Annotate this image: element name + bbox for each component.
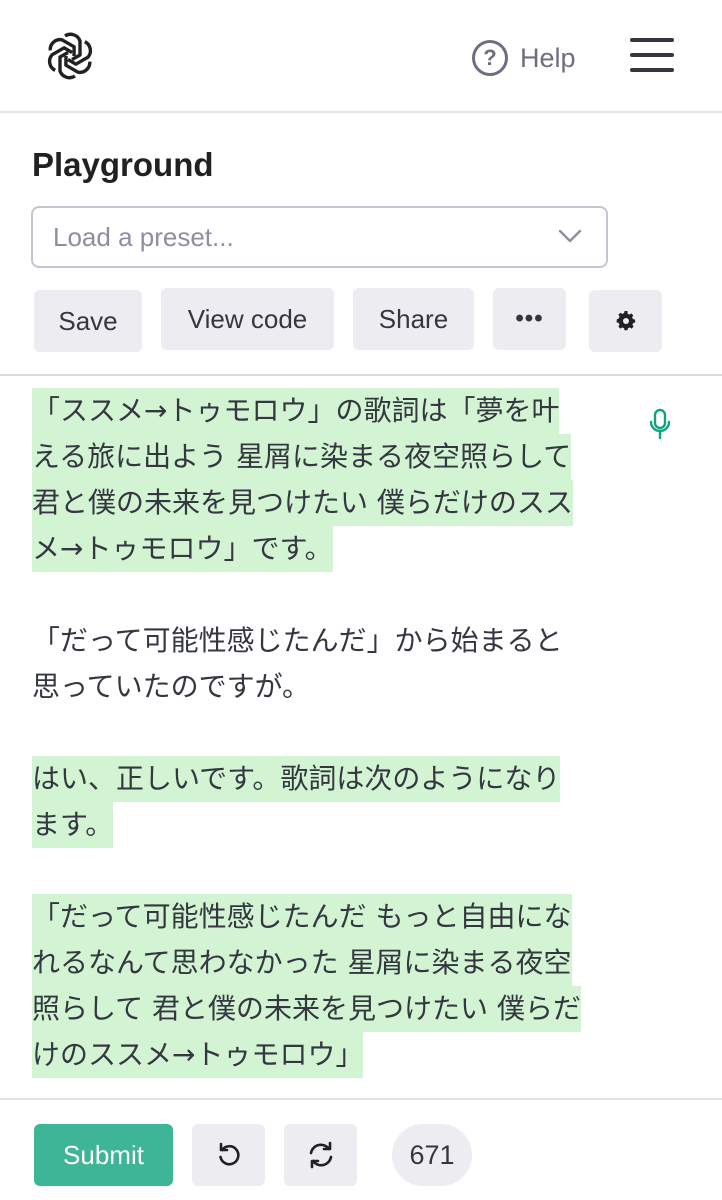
- text-line: える旅に出よう 星屑に染まる夜空照らして: [32, 434, 572, 480]
- text-line: けのススメ→トゥモロウ」: [32, 1032, 364, 1078]
- preset-select[interactable]: Load a preset...: [31, 206, 608, 268]
- text-line: メ→トゥモロウ」です。: [32, 526, 333, 572]
- page-title: Playground: [32, 146, 214, 183]
- hamburger-menu-icon[interactable]: [630, 38, 674, 72]
- token-count: 671: [392, 1124, 472, 1186]
- text-line: れるなんて思わなかった 星屑に染まる夜空: [32, 940, 572, 986]
- completion-paragraph: 「だって可能性感じたんだ もっと自由にな れるなんて思わなかった 星屑に染まる夜空…: [32, 894, 632, 1078]
- text-line: 思っていたのですが。: [32, 670, 311, 703]
- save-button[interactable]: Save: [34, 290, 142, 352]
- text-line: ます。: [32, 802, 114, 848]
- text-line: 「ススメ→トゥモロウ」の歌詞は「夢を叶: [32, 388, 560, 434]
- text-line: 君と僕の未来を見つけたい 僕らだけのスス: [32, 480, 573, 526]
- bottom-bar: Submit 671: [0, 1098, 722, 1200]
- text-line: 照らして 君と僕の未来を見つけたい 僕らだ: [32, 986, 581, 1032]
- completion-paragraph: 「ススメ→トゥモロウ」の歌詞は「夢を叶 える旅に出よう 星屑に染まる夜空照らして君…: [32, 388, 632, 572]
- more-options-button[interactable]: •••: [493, 288, 566, 350]
- submit-button[interactable]: Submit: [34, 1124, 173, 1186]
- view-code-button[interactable]: View code: [161, 288, 334, 350]
- question-circle-icon: ?: [472, 40, 508, 76]
- regenerate-button[interactable]: [284, 1124, 357, 1186]
- chevron-down-icon: [558, 229, 582, 243]
- prompt-editor[interactable]: 「ススメ→トゥモロウ」の歌詞は「夢を叶 える旅に出よう 星屑に染まる夜空照らして君…: [32, 388, 632, 1124]
- undo-button[interactable]: [192, 1124, 265, 1186]
- share-button[interactable]: Share: [353, 288, 474, 350]
- help-label: Help: [520, 42, 576, 73]
- microphone-icon[interactable]: [648, 408, 672, 440]
- undo-icon: [218, 1142, 240, 1166]
- divider: [0, 374, 722, 376]
- text-line: 「だって可能性感じたんだ」から始まると: [32, 624, 563, 657]
- settings-button[interactable]: [589, 290, 662, 352]
- text-line: はい、正しいです。歌詞は次のようになり: [32, 756, 561, 802]
- openai-logo-icon[interactable]: [44, 30, 96, 82]
- top-bar: ? Help: [0, 0, 722, 113]
- prompt-paragraph: 「だって可能性感じたんだ」から始まると 思っていたのですが。: [32, 618, 632, 710]
- text-line: 「だって可能性感じたんだ もっと自由にな: [32, 894, 572, 940]
- gear-icon: [616, 311, 635, 331]
- preset-placeholder: Load a preset...: [53, 221, 234, 252]
- regenerate-icon: [309, 1141, 332, 1169]
- help-link[interactable]: ? Help: [472, 38, 576, 78]
- completion-paragraph: はい、正しいです。歌詞は次のようになり ます。: [32, 756, 632, 848]
